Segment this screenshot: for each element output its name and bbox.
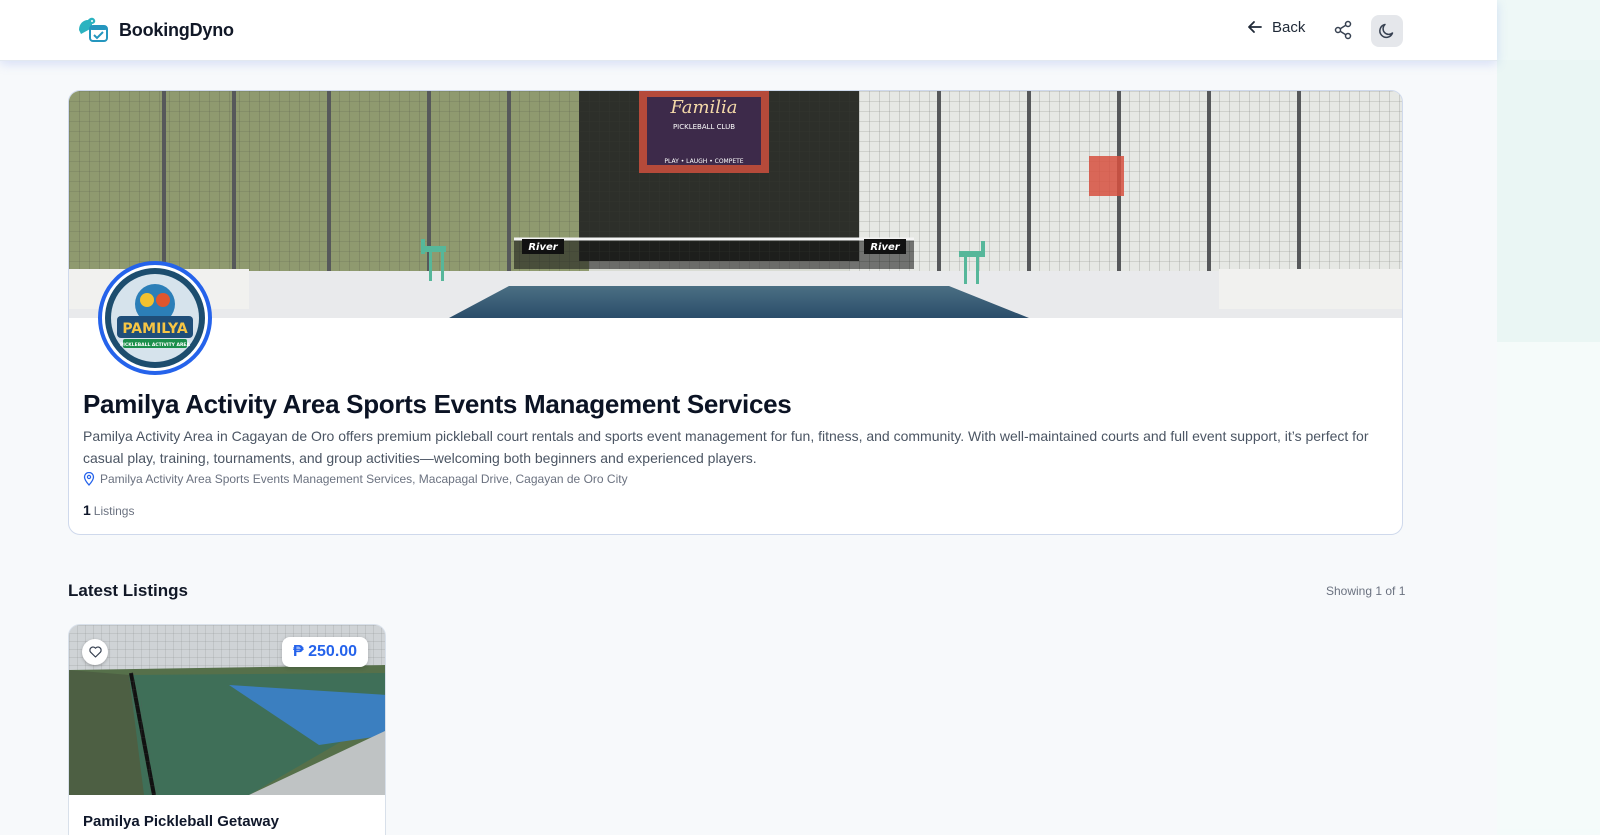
cover-image: Familia PICKLEBALL CLUB PLAY • LAUGH • C… [69, 91, 1402, 318]
listing-card[interactable]: ₱ 250.00 Pamilya Pickleball Getaway [68, 624, 386, 835]
listing-image: ₱ 250.00 [69, 625, 385, 795]
profile-card: Familia PICKLEBALL CLUB PLAY • LAUGH • C… [68, 90, 1403, 535]
listing-count-value: 1 [83, 502, 91, 518]
listing-title[interactable]: Pamilya Pickleball Getaway [83, 813, 279, 830]
arrow-left-icon [1248, 21, 1262, 33]
profile-location: Pamilya Activity Area Sports Events Mana… [83, 472, 628, 486]
net-brand-left: River [528, 242, 558, 253]
listing-count: 1 Listings [83, 502, 134, 518]
back-label: Back [1272, 18, 1306, 36]
profile-description: Pamilya Activity Area in Cagayan de Oro … [83, 428, 1369, 466]
latest-listings-title: Latest Listings [68, 581, 188, 600]
cover-banner-tagline: PLAY • LAUGH • COMPETE [664, 158, 743, 165]
brand-name: BookingDyno [119, 19, 234, 40]
price-badge: ₱ 250.00 [282, 637, 369, 667]
net-brand-right: River [870, 242, 900, 253]
listings-showing-count: Showing 1 of 1 [1326, 584, 1406, 598]
share-icon [1334, 20, 1352, 40]
theme-toggle-button[interactable] [1371, 15, 1403, 47]
favorite-button[interactable] [82, 639, 108, 665]
avatar-logo-text: PAMILYA [122, 321, 187, 337]
heart-icon [88, 646, 102, 658]
profile-title: Pamilya Activity Area Sports Events Mana… [83, 389, 792, 419]
moon-icon [1379, 23, 1394, 39]
location-text: Pamilya Activity Area Sports Events Mana… [100, 472, 628, 486]
share-button[interactable] [1333, 20, 1355, 42]
dino-calendar-icon [79, 17, 108, 42]
map-pin-icon [83, 472, 95, 486]
right-side-panel [1497, 0, 1600, 835]
cover-banner-subtext: PICKLEBALL CLUB [673, 123, 735, 131]
listing-count-label: Listings [93, 504, 135, 518]
avatar-logo-subtext: PICKLEBALL ACTIVITY AREA [120, 342, 191, 348]
back-button[interactable]: Back [1246, 18, 1305, 36]
brand[interactable]: BookingDyno [77, 16, 234, 44]
cover-banner-text: Familia [669, 97, 737, 118]
top-navbar: BookingDyno Back [0, 0, 1497, 61]
profile-avatar: PAMILYA PICKLEBALL ACTIVITY AREA [98, 261, 212, 375]
